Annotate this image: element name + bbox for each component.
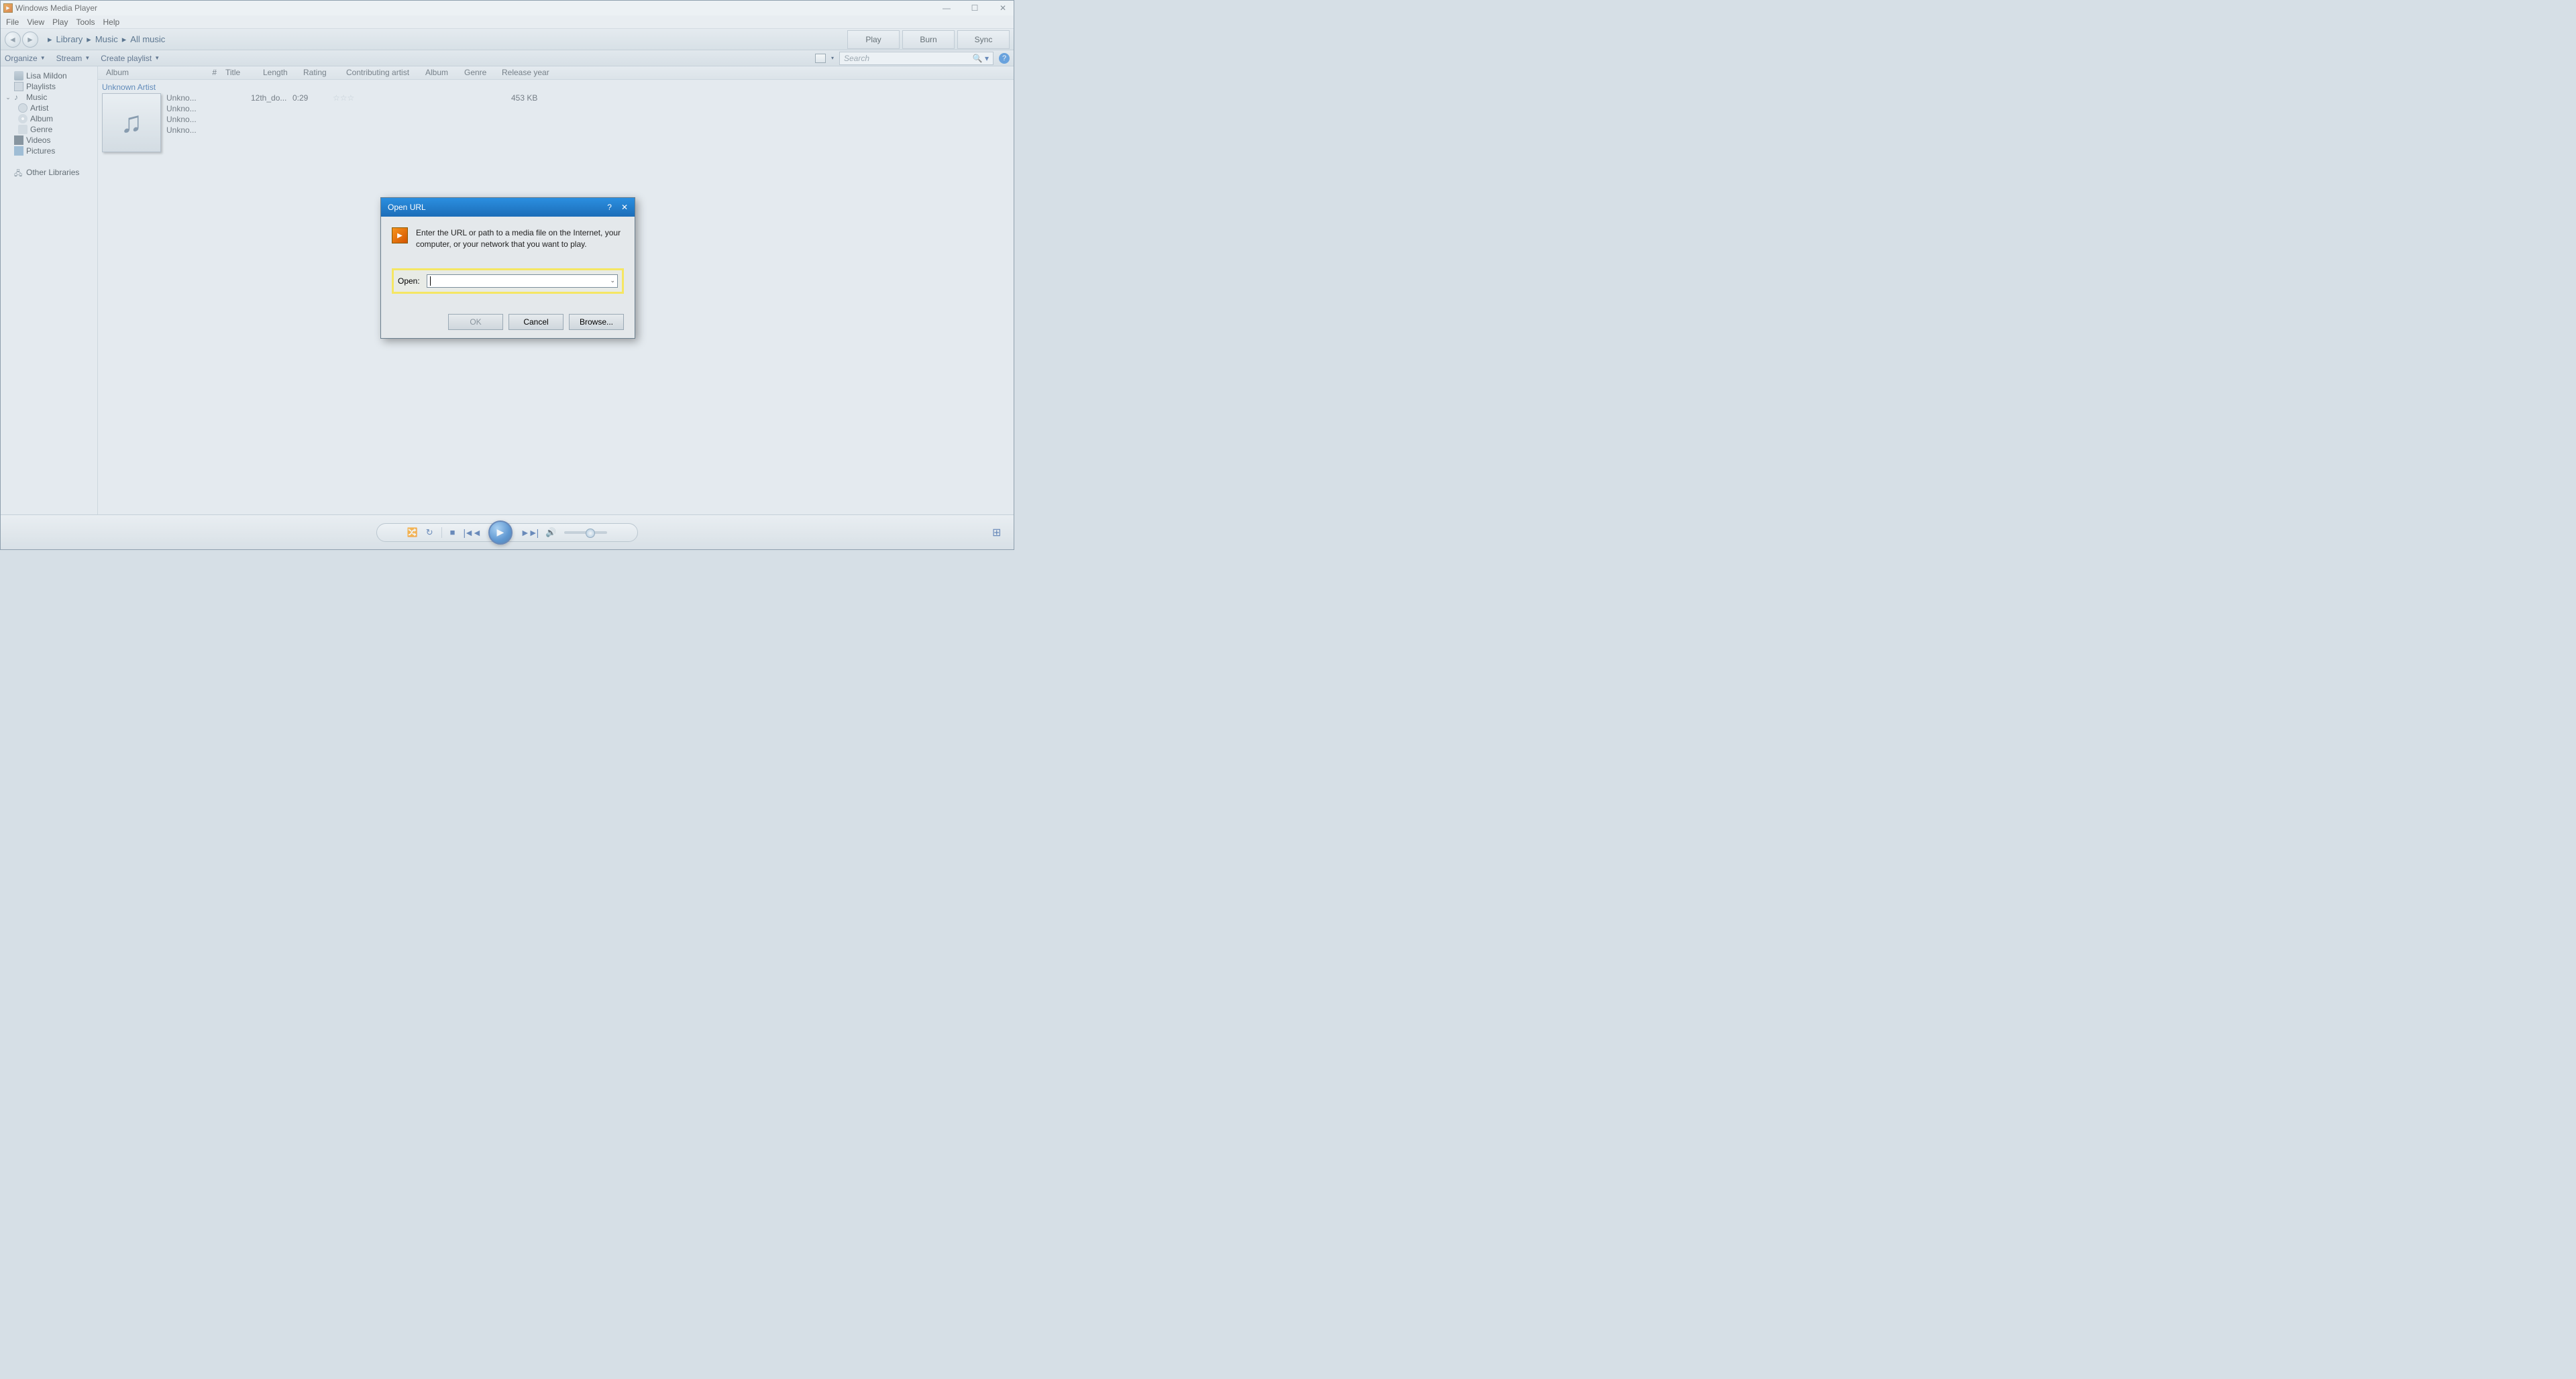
- cancel-button[interactable]: Cancel: [508, 314, 564, 330]
- open-url-input[interactable]: ⌄: [427, 274, 618, 288]
- dialog-titlebar: Open URL ? ✕: [381, 198, 635, 217]
- open-field-highlight: Open: ⌄: [392, 268, 624, 294]
- dialog-title: Open URL: [388, 203, 426, 212]
- modal-overlay: Open URL ? ✕ Enter the URL or path to a …: [1, 1, 1014, 549]
- open-label: Open:: [398, 276, 420, 286]
- dialog-body-text: Enter the URL or path to a media file on…: [416, 227, 624, 251]
- ok-button[interactable]: OK: [448, 314, 503, 330]
- open-url-dialog: Open URL ? ✕ Enter the URL or path to a …: [380, 197, 635, 339]
- dialog-close-button[interactable]: ✕: [621, 203, 628, 212]
- browse-button[interactable]: Browse...: [569, 314, 624, 330]
- wmp-window: Windows Media Player — ☐ ✕ File View Pla…: [0, 0, 1014, 550]
- dialog-icon: [392, 227, 408, 243]
- dialog-help-button[interactable]: ?: [607, 203, 612, 212]
- dropdown-icon[interactable]: ⌄: [610, 277, 615, 284]
